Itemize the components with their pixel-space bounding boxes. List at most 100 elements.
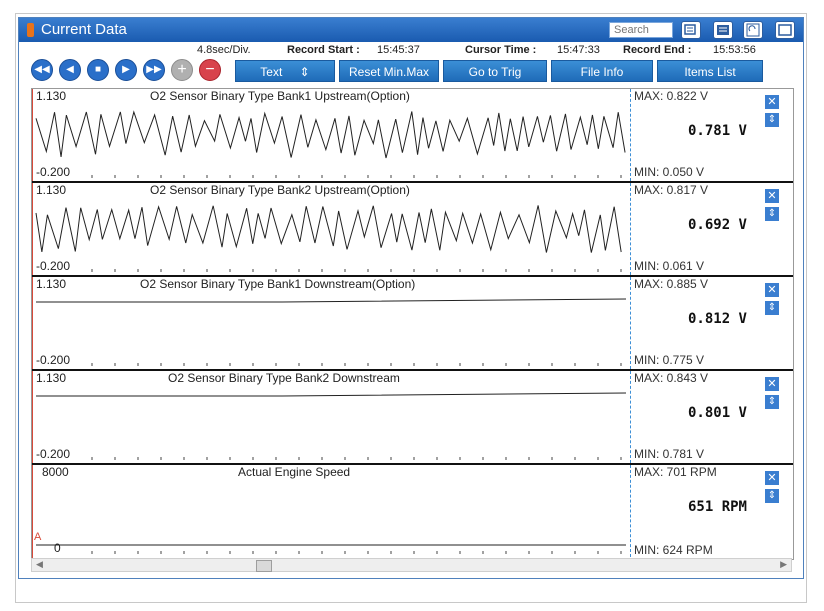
y-min-label: -0.200 — [36, 165, 71, 179]
text-button[interactable]: Text ⇕ — [235, 60, 335, 82]
panel-title: O2 Sensor Binary Type Bank2 Downstream — [168, 371, 400, 385]
cursor-line — [630, 371, 631, 463]
window-toggle-button[interactable] — [775, 21, 795, 39]
reorder-panel-button[interactable]: ⇕ — [765, 113, 779, 127]
min-value: MIN: 624 RPM — [634, 543, 713, 557]
text-button-label: Text — [260, 65, 283, 79]
y-max-label: 1.130 — [36, 183, 67, 197]
y-min-label: 0 — [54, 541, 61, 555]
reorder-panel-button[interactable]: ⇕ — [765, 301, 779, 315]
close-icon: ✕ — [767, 190, 777, 202]
retry-button[interactable] — [743, 21, 763, 39]
plot-area: 1.130 -0.200 O2 Sensor Binary Type Bank2… — [32, 183, 630, 275]
scroll-left-icon[interactable]: ◀ — [36, 559, 43, 570]
current-value: 651 RPM — [687, 499, 747, 515]
close-panel-button[interactable]: ✕ — [765, 189, 779, 203]
waveform-line — [35, 110, 626, 159]
close-panel-button[interactable]: ✕ — [765, 283, 779, 297]
graph-panel[interactable]: 1.130 -0.200 O2 Sensor Binary Type Bank1… — [32, 89, 793, 183]
graph-area: 1.130 -0.200 O2 Sensor Binary Type Bank1… — [31, 88, 794, 560]
waveform-line — [35, 205, 622, 253]
list-button[interactable] — [713, 21, 733, 39]
window-icon — [778, 24, 792, 36]
close-panel-button[interactable]: ✕ — [765, 95, 779, 109]
max-value: MAX: 701 RPM — [634, 465, 717, 479]
close-panel-button[interactable]: ✕ — [765, 471, 779, 485]
cursor-time-value: 15:47:33 — [557, 44, 600, 56]
play-icon: ▶ — [122, 64, 130, 75]
time-div: 4.8sec/Div. — [197, 44, 251, 56]
panel-title: O2 Sensor Binary Type Bank1 Upstream(Opt… — [150, 89, 410, 103]
updown-icon: ⇕ — [767, 208, 777, 219]
graph-panel[interactable]: 1.130 -0.200 O2 Sensor Binary Type Bank2… — [32, 183, 793, 277]
forward-button[interactable]: ▶▶ — [143, 59, 165, 81]
rewind-button[interactable]: ◀◀ — [31, 59, 53, 81]
history-button[interactable] — [681, 21, 701, 39]
current-value: 0.692 V — [687, 217, 747, 233]
file-info-button[interactable]: File Info — [551, 60, 653, 82]
y-min-label: -0.200 — [36, 259, 71, 273]
cursor-line — [630, 465, 631, 557]
reorder-panel-button[interactable]: ⇕ — [765, 395, 779, 409]
zoom-out-button[interactable]: − — [199, 59, 221, 81]
min-value: MIN: 0.061 V — [634, 259, 705, 273]
updown-icon: ⇕ — [767, 490, 777, 501]
max-value: MAX: 0.843 V — [634, 371, 709, 385]
graph-panel[interactable]: 1.130 -0.200 O2 Sensor Binary Type Bank1… — [32, 277, 793, 371]
reorder-panel-button[interactable]: ⇕ — [765, 489, 779, 503]
forward-icon: ▶▶ — [146, 64, 162, 75]
close-panel-button[interactable]: ✕ — [765, 377, 779, 391]
reorder-panel-button[interactable]: ⇕ — [765, 207, 779, 221]
history-icon — [684, 24, 696, 35]
current-data-window: Current Data 4.8sec/Div. Record Start : … — [18, 17, 804, 579]
y-max-label: 1.130 — [36, 277, 67, 291]
rewind-icon: ◀◀ — [34, 64, 50, 75]
zoom-in-icon: + — [177, 61, 187, 78]
cursor-line — [630, 277, 631, 369]
max-value: MAX: 0.817 V — [634, 183, 709, 197]
min-value: MIN: 0.050 V — [634, 165, 705, 179]
y-max-label: 1.130 — [36, 89, 67, 103]
y-min-label: -0.200 — [36, 353, 71, 367]
title-bar: Current Data — [19, 18, 803, 42]
y-min-label: -0.200 — [36, 447, 71, 461]
retry-icon — [746, 23, 760, 37]
cursor-line — [630, 183, 631, 275]
reset-min-max-button[interactable]: Reset Min.Max — [339, 60, 439, 82]
horizontal-scrollbar[interactable]: ◀ ▶ — [31, 558, 792, 572]
items-list-button[interactable]: Items List — [657, 60, 763, 82]
zoom-in-button[interactable]: + — [171, 59, 193, 81]
cursor-line — [630, 89, 631, 181]
trig-marker: A — [34, 531, 42, 543]
y-max-label: 8000 — [42, 465, 69, 479]
record-end-value: 15:53:56 — [713, 44, 756, 56]
stop-button[interactable]: ■ — [87, 59, 109, 81]
waveform-line — [36, 298, 627, 303]
min-value: MIN: 0.781 V — [634, 447, 705, 461]
playback-toolbar: ◀◀ ◀ ■ ▶ ▶▶ + − Text ⇕ Reset Min.Max Go … — [19, 58, 803, 84]
waveform-line — [36, 392, 627, 397]
prev-icon: ◀ — [66, 64, 74, 75]
play-button[interactable]: ▶ — [115, 59, 137, 81]
plot-area: 1.130 -0.200 O2 Sensor Binary Type Bank1… — [32, 277, 630, 369]
prev-button[interactable]: ◀ — [59, 59, 81, 81]
graph-panel[interactable]: 1.130 -0.200 O2 Sensor Binary Type Bank2… — [32, 371, 793, 465]
stop-icon: ■ — [94, 64, 102, 75]
scroll-right-icon[interactable]: ▶ — [780, 559, 787, 570]
app-icon — [27, 23, 34, 37]
zoom-out-icon: − — [205, 61, 215, 78]
y-max-label: 1.130 — [36, 371, 67, 385]
cursor-time-label: Cursor Time : — [465, 44, 537, 56]
scroll-thumb[interactable] — [256, 560, 272, 572]
record-start-label: Record Start : — [287, 44, 360, 56]
updown-icon: ⇕ — [767, 114, 777, 125]
panel-title: O2 Sensor Binary Type Bank1 Downstream(O… — [140, 277, 416, 291]
close-icon: ✕ — [767, 378, 777, 390]
current-value: 0.781 V — [687, 123, 747, 139]
go-to-trig-button[interactable]: Go to Trig — [443, 60, 547, 82]
close-icon: ✕ — [767, 96, 777, 108]
graph-panel[interactable]: 8000 0 Actual Engine Speed A MAX: 701 RP… — [32, 465, 793, 559]
plot-area: 1.130 -0.200 O2 Sensor Binary Type Bank1… — [32, 89, 630, 181]
search-input[interactable] — [609, 22, 673, 38]
panel-title: O2 Sensor Binary Type Bank2 Upstream(Opt… — [150, 183, 410, 197]
